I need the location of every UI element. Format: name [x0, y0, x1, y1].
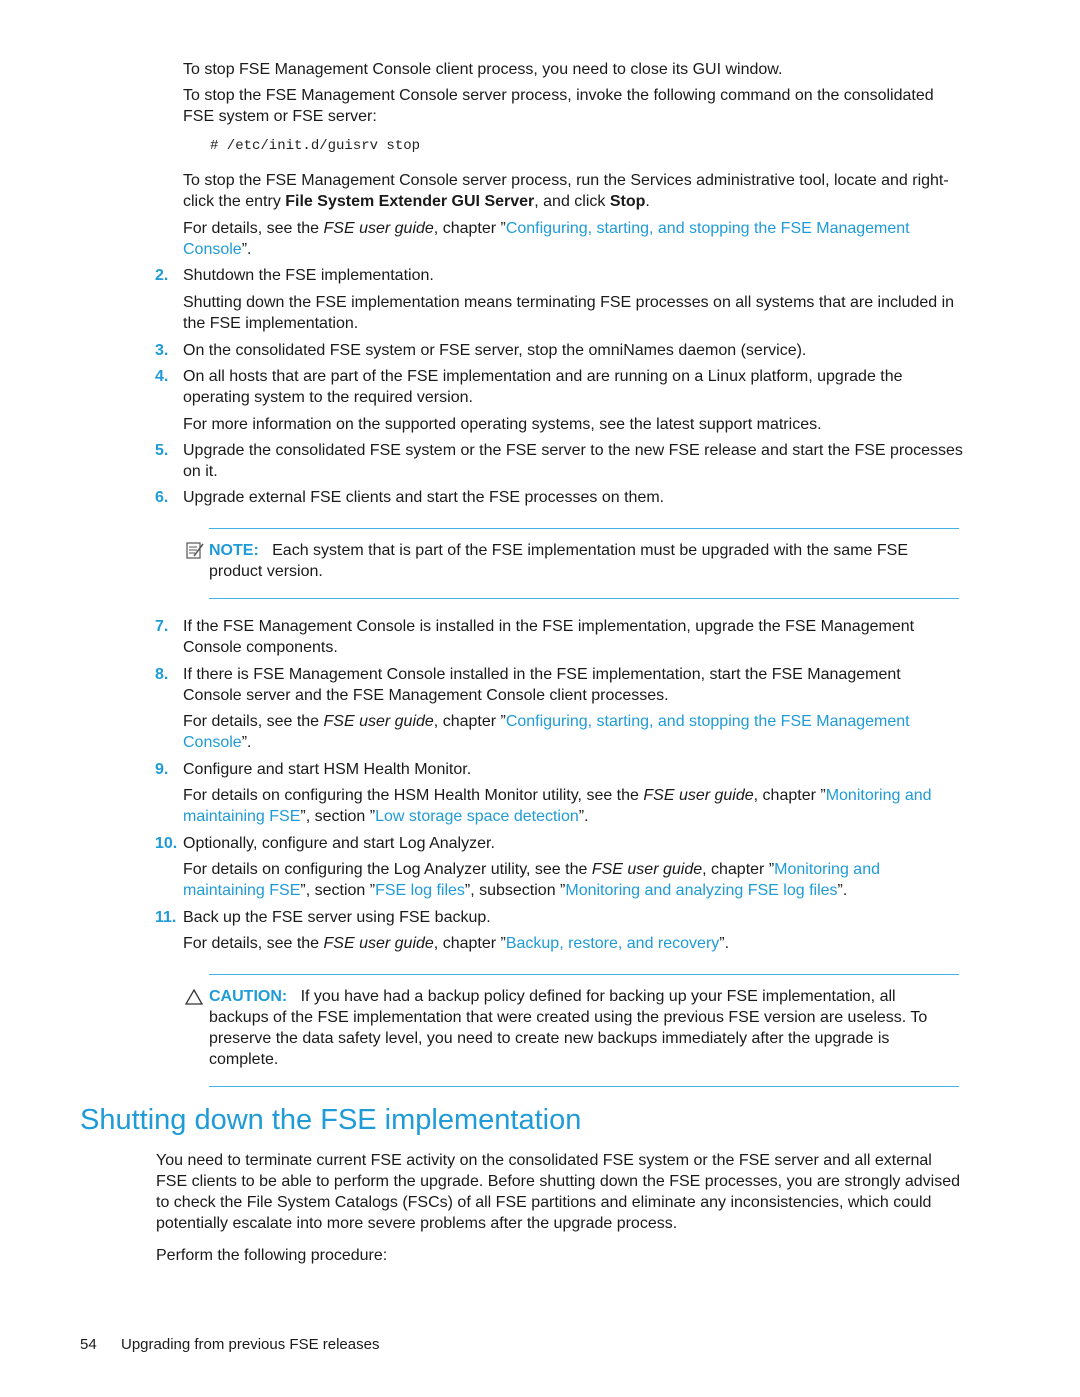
- caution-box: CAUTION: If you have had a backup policy…: [209, 986, 959, 1070]
- note-rule-top: [209, 528, 959, 529]
- caution-label: CAUTION:: [209, 988, 288, 1005]
- step-subtext: For details, see the FSE user guide, cha…: [183, 711, 963, 753]
- text: , chapter ”: [433, 220, 506, 237]
- text: For details on configuring the HSM Healt…: [183, 787, 644, 804]
- guide-ref: FSE user guide: [323, 220, 434, 237]
- text: For details on configuring the Log Analy…: [183, 861, 592, 878]
- note-rule-bottom: [209, 598, 959, 599]
- step-number: 7.: [155, 618, 169, 635]
- step-number: 4.: [155, 368, 169, 385]
- caution-rule-top: [209, 974, 959, 975]
- text: , chapter ”: [753, 787, 826, 804]
- step-subtext: For details on configuring the Log Analy…: [183, 859, 963, 901]
- step-text: If there is FSE Management Console insta…: [183, 666, 901, 704]
- text: ”.: [719, 935, 730, 952]
- text: For details, see the: [183, 935, 324, 952]
- text: For details, see the: [183, 713, 324, 730]
- step-number: 3.: [155, 342, 169, 359]
- text: ”, section ”: [300, 808, 376, 825]
- step-number: 8.: [155, 666, 169, 683]
- page-number: 54: [80, 1336, 97, 1353]
- note-label: NOTE:: [209, 542, 259, 559]
- text: ”.: [241, 241, 252, 258]
- command-line: # /etc/init.d/guisrv stop: [210, 138, 421, 154]
- entry-name: File System Extender GUI Server: [285, 193, 535, 210]
- step-text: If the FSE Management Console is install…: [183, 618, 915, 656]
- caution-icon: [184, 988, 206, 1006]
- guide-ref: FSE user guide: [591, 861, 703, 878]
- step-text: Shutdown the FSE implementation.: [183, 267, 434, 284]
- step-text: Configure and start HSM Health Monitor.: [183, 761, 472, 778]
- text: ”.: [241, 734, 252, 751]
- text: ”, section ”: [300, 882, 376, 899]
- step-subtext: For details, see the FSE user guide, cha…: [183, 933, 963, 954]
- section-link[interactable]: FSE log files: [375, 882, 465, 899]
- step-text: Optionally, configure and start Log Anal…: [183, 835, 495, 852]
- footer-title: Upgrading from previous FSE releases: [121, 1336, 380, 1353]
- section-procedure-intro: Perform the following procedure:: [156, 1247, 388, 1264]
- step-text: On all hosts that are part of the FSE im…: [183, 368, 903, 406]
- text: ”.: [578, 808, 589, 825]
- step-number: 2.: [155, 267, 169, 284]
- text: .: [645, 193, 650, 210]
- paragraph-services-tool: To stop the FSE Management Console serve…: [183, 170, 963, 212]
- section-heading: Shutting down the FSE implementation: [80, 1104, 582, 1136]
- note-text: Each system that is part of the FSE impl…: [209, 542, 908, 580]
- paragraph-close-gui: To stop FSE Management Console client pr…: [183, 61, 783, 78]
- note-box: NOTE: Each system that is part of the FS…: [209, 540, 954, 582]
- step-number: 11.: [155, 909, 177, 926]
- guide-ref: FSE user guide: [323, 935, 434, 952]
- caution-rule-bottom: [209, 1086, 959, 1087]
- subsection-link[interactable]: Monitoring and analyzing FSE log files: [565, 882, 837, 899]
- step-text: Back up the FSE server using FSE backup.: [183, 909, 491, 926]
- note-icon: [185, 541, 207, 561]
- step-number: 6.: [155, 489, 169, 506]
- paragraph-details: For details, see the FSE user guide, cha…: [183, 218, 963, 260]
- paragraph-stop-server: To stop the FSE Management Console serve…: [183, 87, 934, 125]
- section-link[interactable]: Low storage space detection: [375, 808, 579, 825]
- step-number: 5.: [155, 442, 169, 459]
- step-subtext: For details on configuring the HSM Healt…: [183, 785, 963, 827]
- stop-label: Stop: [609, 193, 646, 210]
- guide-ref: FSE user guide: [323, 713, 434, 730]
- text: , chapter ”: [433, 713, 506, 730]
- guide-ref: FSE user guide: [643, 787, 754, 804]
- text: , and click: [534, 193, 610, 210]
- section-paragraph: You need to terminate current FSE activi…: [156, 1152, 960, 1232]
- step-number: 9.: [155, 761, 169, 778]
- text: , chapter ”: [702, 861, 775, 878]
- caution-text: If you have had a backup policy defined …: [209, 988, 928, 1068]
- step-text: Upgrade the consolidated FSE system or t…: [183, 442, 963, 480]
- text: For details, see the: [183, 220, 324, 237]
- text: , chapter ”: [433, 935, 506, 952]
- text: ”, subsection ”: [464, 882, 566, 899]
- step-text: Upgrade external FSE clients and start t…: [183, 489, 665, 506]
- chapter-link[interactable]: Backup, restore, and recovery: [506, 935, 719, 952]
- step-text: On the consolidated FSE system or FSE se…: [183, 342, 807, 359]
- step-subtext: For more information on the supported op…: [183, 416, 822, 433]
- step-subtext: Shutting down the FSE implementation mea…: [183, 294, 955, 332]
- step-number: 10.: [155, 835, 178, 852]
- text: ”.: [837, 882, 848, 899]
